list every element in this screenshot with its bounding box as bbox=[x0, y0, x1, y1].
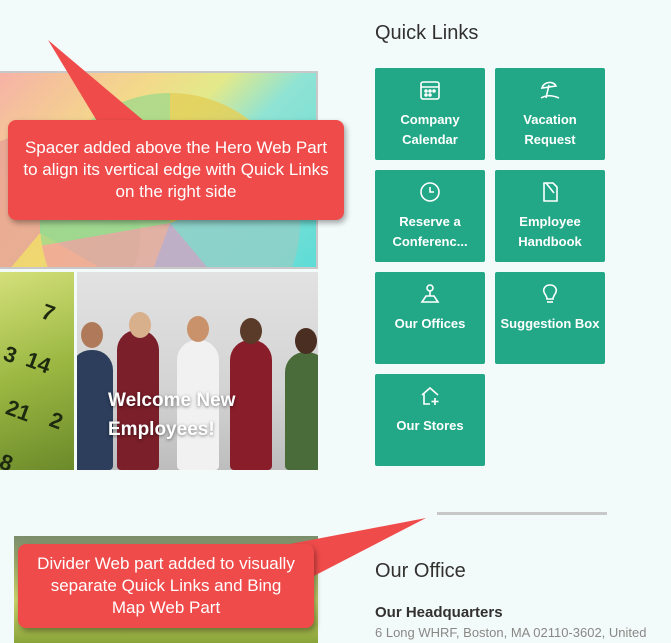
divider-web-part bbox=[437, 512, 607, 515]
quick-links-title: Quick Links bbox=[375, 22, 479, 44]
spacer-callout: Spacer added above the Hero Web Part to … bbox=[8, 120, 344, 220]
quick-link-vacation-request[interactable]: Vacation Request bbox=[495, 68, 605, 160]
quick-link-our-stores[interactable]: Our Stores bbox=[375, 374, 485, 466]
quick-link-label: Our Offices bbox=[394, 316, 466, 331]
quick-link-reserve-conference[interactable]: Reserve a Conferenc... bbox=[375, 170, 485, 262]
hero-tile-calendar[interactable]: 7 3 14 21 2 8 bbox=[0, 272, 74, 470]
headquarters-address: 6 Long WHRF, Boston, MA 02110-3602, Unit… bbox=[375, 625, 647, 640]
divider-callout-text: Divider Web part added to visually separ… bbox=[37, 554, 295, 617]
map-pin-icon bbox=[420, 284, 440, 303]
hero-tile-employees[interactable]: Welcome New Employees! bbox=[77, 272, 318, 470]
divider-callout: Divider Web part added to visually separ… bbox=[18, 544, 314, 628]
hero-caption[interactable]: Welcome New Employees! bbox=[108, 386, 288, 444]
clock-icon bbox=[420, 182, 440, 202]
document-icon bbox=[543, 182, 558, 202]
beach-umbrella-icon bbox=[540, 81, 560, 99]
quick-link-label: Vacation Request bbox=[523, 112, 577, 147]
quick-link-label: Suggestion Box bbox=[500, 316, 600, 331]
quick-link-label: Our Stores bbox=[396, 418, 464, 433]
calendar-icon bbox=[420, 81, 440, 100]
lightbulb-icon bbox=[542, 284, 558, 303]
quick-link-suggestion-box[interactable]: Suggestion Box bbox=[495, 272, 605, 364]
quick-link-company-calendar[interactable]: Company Calendar bbox=[375, 68, 485, 160]
headquarters-title: Our Headquarters bbox=[375, 604, 503, 621]
quick-link-label: Company Calendar bbox=[400, 112, 460, 147]
home-add-icon bbox=[421, 386, 439, 405]
quick-link-label: Employee Handbook bbox=[518, 214, 582, 249]
quick-link-label: Reserve a Conferenc... bbox=[392, 214, 468, 249]
quick-link-our-offices[interactable]: Our Offices bbox=[375, 272, 485, 364]
spacer-callout-text: Spacer added above the Hero Web Part to … bbox=[23, 138, 329, 201]
quick-link-employee-handbook[interactable]: Employee Handbook bbox=[495, 170, 605, 262]
